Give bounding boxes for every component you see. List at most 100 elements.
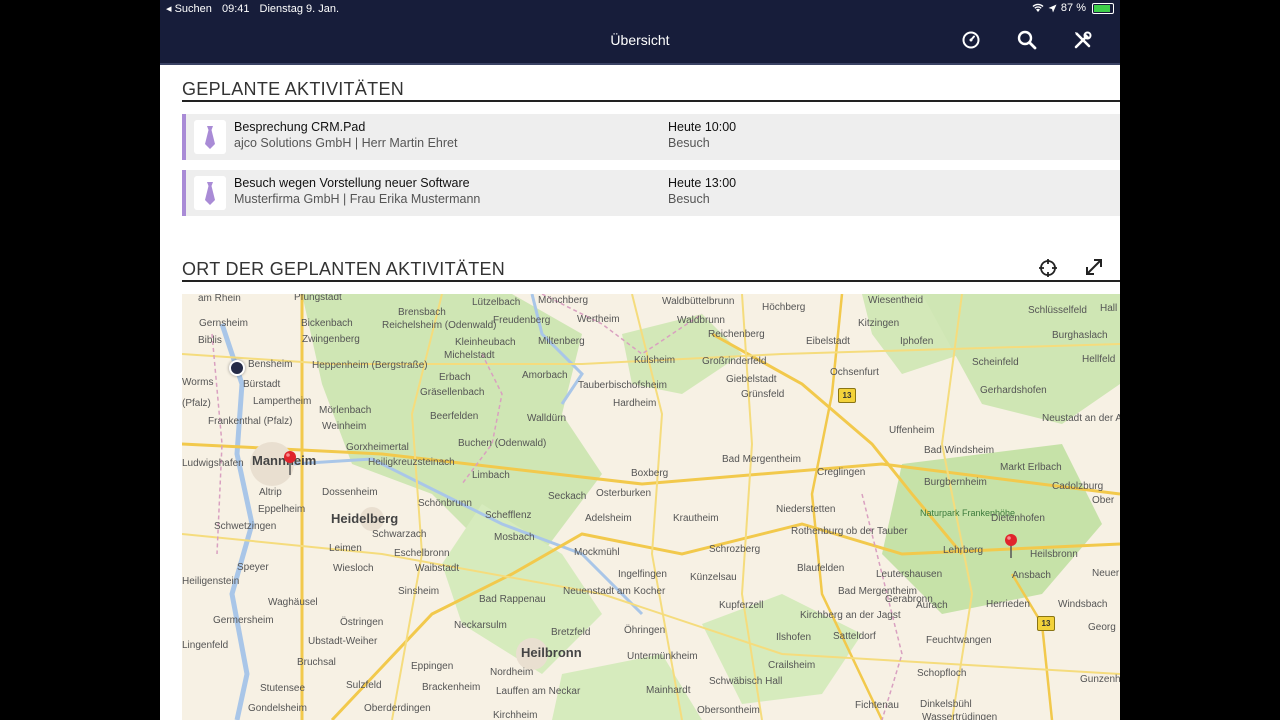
map-label: Öhringen (624, 625, 666, 636)
map-label: Kirchheim (493, 710, 538, 720)
map-pin-icon[interactable] (1004, 534, 1018, 558)
map-label: Lützelbach (472, 297, 521, 308)
map-pin-icon[interactable] (283, 451, 297, 475)
map-label: Weinheim (322, 421, 367, 432)
map-label: Neckarsulm (454, 620, 507, 631)
map-label: Adelsheim (585, 513, 632, 524)
map-label: Reichelsheim (Odenwald) (382, 320, 497, 331)
map-label: Markt Erlbach (1000, 462, 1062, 473)
map-label: Worms (182, 377, 214, 388)
map-label: Gernsheim (199, 318, 248, 329)
map-label: Gunzenh (1080, 674, 1120, 685)
map-label: Schwäbisch Hall (709, 676, 783, 687)
activity-row[interactable]: Besuch wegen Vorstellung neuer Software … (182, 170, 1120, 216)
map-label: Burghaslach (1052, 330, 1108, 341)
map-label: Giebelstadt (726, 374, 777, 385)
map-label: Ansbach (1012, 570, 1051, 581)
status-date: Dienstag 9. Jan. (259, 3, 340, 15)
expand-icon[interactable] (1084, 257, 1104, 277)
activity-row[interactable]: Besprechung CRM.Pad ajco Solutions GmbH … (182, 114, 1120, 160)
map-label: Michelstadt (444, 350, 495, 361)
map-label: Waldbrunn (677, 315, 725, 326)
map-label: Uffenheim (889, 425, 935, 436)
map-label: Lampertheim (253, 396, 312, 407)
ipad-screen: ◂ Suchen 09:41 Dienstag 9. Jan. 87 % Übe… (160, 0, 1120, 720)
map-label: Heppenheim (Bergstraße) (312, 360, 428, 371)
map-label: Herrieden (986, 599, 1030, 610)
map-label: Dietenhofen (991, 513, 1045, 524)
activity-type: Besuch (668, 192, 710, 206)
map-label: Speyer (237, 562, 269, 573)
map-label: Hall (1100, 303, 1118, 314)
map-label: Wiesentheid (868, 295, 924, 306)
map-label: Mönchberg (538, 295, 589, 306)
map-label: Ochsenfurt (830, 367, 879, 378)
map-label: Pfungstadt (294, 294, 342, 303)
map-label: Waibstadt (415, 563, 460, 574)
map-label: Heilsbronn (1030, 549, 1078, 560)
search-icon[interactable] (1015, 28, 1039, 52)
tools-icon[interactable] (1071, 28, 1095, 52)
map-label: Gondelsheim (248, 703, 307, 714)
activity-time: Heute 10:00 (668, 120, 737, 134)
map-label: Bad Windsheim (924, 445, 995, 456)
map-label: Heiligenstein (182, 576, 240, 587)
map-label: Aurach (916, 600, 948, 611)
activity-title: Besuch wegen Vorstellung neuer Software (234, 176, 470, 190)
navigation-bar: Übersicht (160, 18, 1120, 65)
map-label: Burgbernheim (924, 477, 987, 488)
map-label: Schlüsselfeld (1028, 305, 1087, 316)
map-label: Bad Mergentheim (722, 454, 801, 465)
map-label: Rothenburg ob der Tauber (791, 526, 908, 537)
map-label: Mörlenbach (319, 405, 372, 416)
map-label: am Rhein (198, 294, 241, 304)
activity-map[interactable]: am Rhein Pfungstadt Lützelbach Mönchberg… (182, 294, 1120, 720)
activity-subtitle: Musterfirma GmbH | Frau Erika Mustermann (234, 192, 481, 206)
map-label: Buchen (Odenwald) (458, 438, 547, 449)
activity-location-heading: ORT DER GEPLANTEN AKTIVITÄTEN (182, 259, 506, 279)
map-label: Hellfeld (1082, 354, 1116, 365)
map-label: Gräsellenbach (420, 387, 485, 398)
map-label: Kitzingen (858, 318, 900, 329)
map-label: (Pfalz) (182, 398, 211, 409)
map-label: Ubstadt-Weiher (308, 636, 378, 647)
dashboard-icon[interactable] (959, 28, 983, 52)
back-to-search[interactable]: ◂ Suchen (166, 3, 212, 15)
map-label: Wertheim (577, 314, 620, 325)
map-label: Schwetzingen (214, 521, 277, 532)
map-label: Wiesloch (333, 563, 374, 574)
map-label: Künzelsau (690, 572, 737, 583)
map-label: Altrip (259, 487, 282, 498)
map-label: Fichtenau (855, 700, 899, 711)
map-label: Eppingen (411, 661, 454, 672)
tie-icon (194, 120, 226, 154)
map-label: Bruchsal (297, 657, 336, 668)
map-label: Miltenberg (538, 336, 585, 347)
map-label: Eppelheim (258, 504, 306, 515)
map-label: Ingelfingen (618, 569, 667, 580)
map-label: Creglingen (817, 467, 866, 478)
map-label: Crailsheim (768, 660, 816, 671)
map-label: Bad Rappenau (479, 594, 546, 605)
map-label: Bickenbach (301, 318, 353, 329)
map-label: Feuchtwangen (926, 635, 992, 646)
map-label: Walldürn (527, 413, 567, 424)
map-label: Krautheim (673, 513, 719, 524)
map-label: Obersontheim (697, 705, 760, 716)
map-label: Nordheim (490, 667, 534, 678)
tie-icon (194, 176, 226, 210)
map-label: Untermünkheim (627, 651, 698, 662)
map-label: Sinsheim (398, 586, 440, 597)
crosshair-icon[interactable] (1038, 258, 1058, 278)
map-label: Sulzfeld (346, 680, 382, 691)
map-label: Boxberg (631, 468, 669, 479)
map-label: Leimen (329, 543, 362, 554)
map-label: Niederstetten (776, 504, 836, 515)
map-label: Cadolzburg (1052, 481, 1104, 492)
map-label: Brensbach (398, 307, 446, 318)
map-label: Mockmühl (574, 547, 620, 558)
map-label: Frankenthal (Pfalz) (208, 416, 293, 427)
map-label: Lehrberg (943, 545, 984, 556)
map-label: Amorbach (522, 370, 568, 381)
map-label: Dinkelsbühl (920, 699, 972, 710)
